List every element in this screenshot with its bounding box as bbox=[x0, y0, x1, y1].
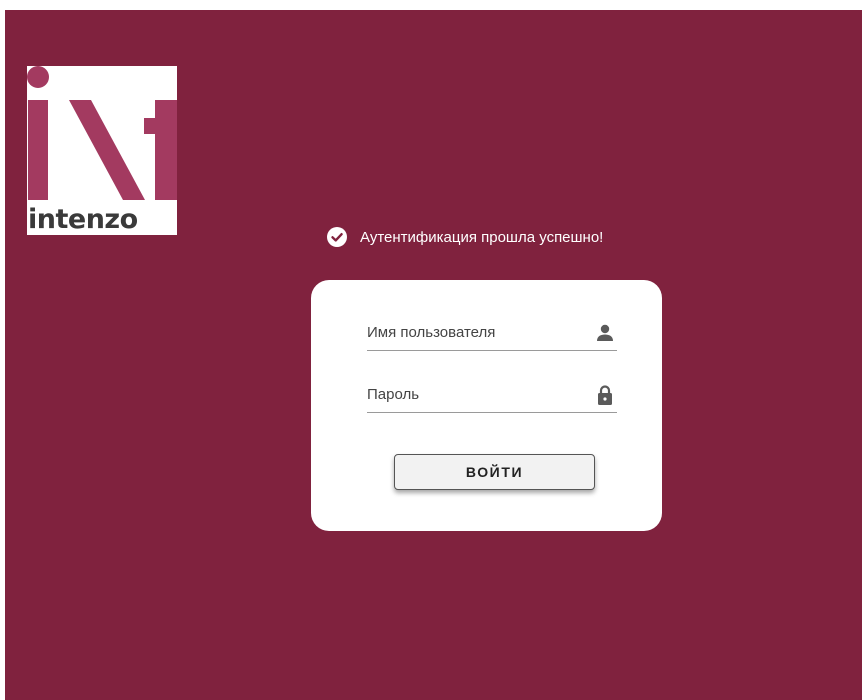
password-input[interactable] bbox=[367, 378, 587, 410]
login-card: ВОЙТИ bbox=[311, 280, 662, 531]
intenzo-logo: intenzo bbox=[27, 66, 177, 235]
lock-icon bbox=[595, 384, 615, 406]
auth-success-alert: Аутентификация прошла успешно! bbox=[327, 226, 603, 248]
password-field bbox=[367, 378, 617, 413]
alert-message: Аутентификация прошла успешно! bbox=[360, 228, 604, 246]
login-button[interactable]: ВОЙТИ bbox=[394, 454, 595, 490]
check-circle-icon bbox=[327, 227, 347, 247]
logo-wordmark: intenzo bbox=[28, 204, 138, 235]
username-field bbox=[367, 316, 617, 351]
user-icon bbox=[595, 322, 615, 344]
page-background: intenzo Аутентификация прошла успешно! И… bbox=[5, 10, 862, 700]
username-input[interactable] bbox=[367, 316, 587, 348]
logo-mark-icon bbox=[27, 66, 177, 200]
